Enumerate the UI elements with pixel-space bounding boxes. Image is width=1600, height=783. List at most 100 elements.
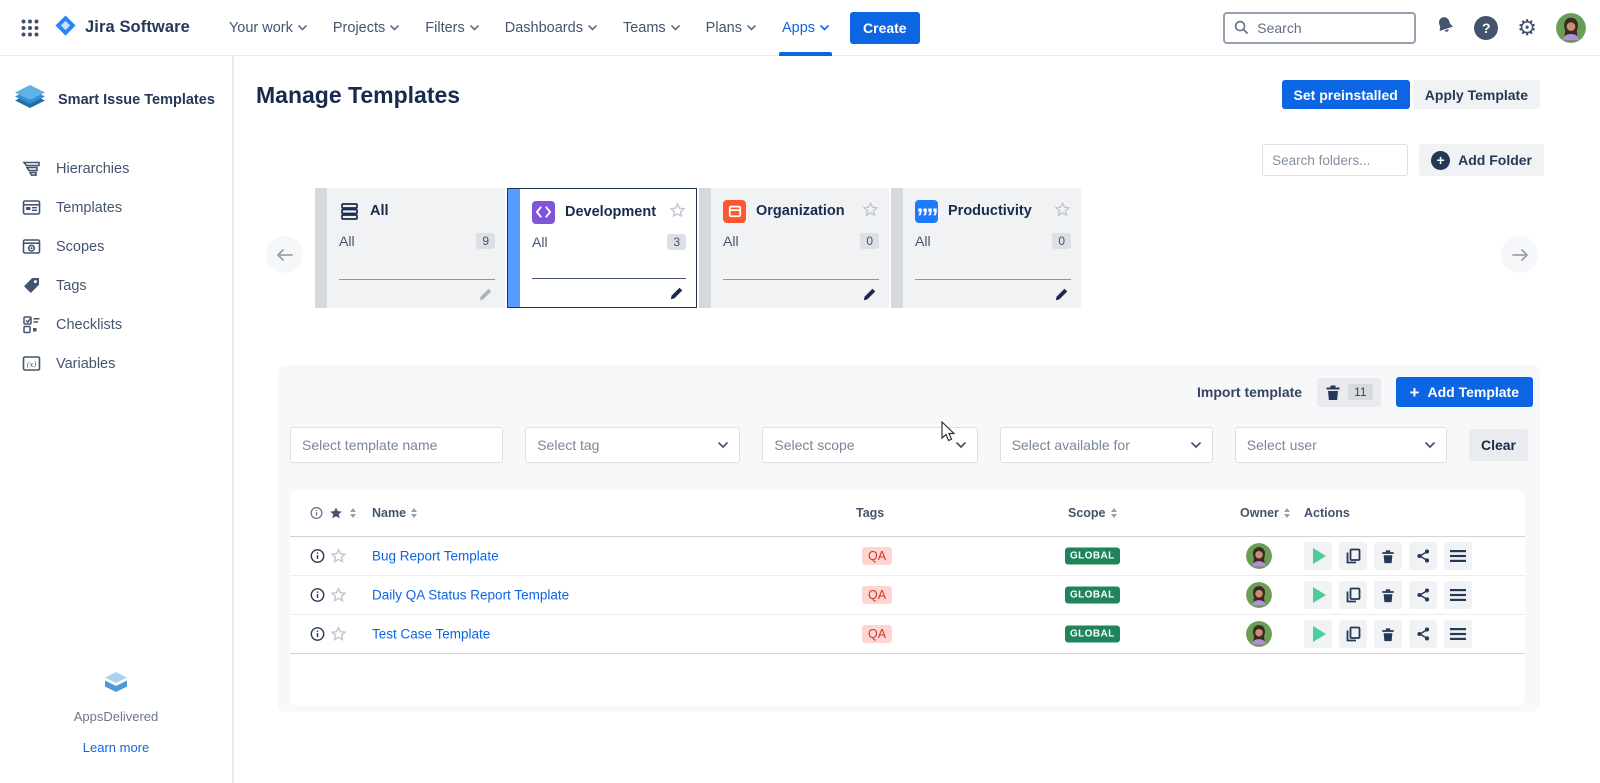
column-header-scope[interactable]: Scope xyxy=(1068,506,1117,520)
help-icon[interactable]: ? xyxy=(1474,16,1498,40)
info-icon[interactable] xyxy=(310,627,325,642)
notifications-icon[interactable] xyxy=(1435,15,1455,40)
edit-pencil-icon[interactable] xyxy=(862,287,877,302)
nav-dashboards[interactable]: Dashboards xyxy=(492,0,610,56)
share-template-button[interactable] xyxy=(1409,542,1437,570)
search-folders-input[interactable] xyxy=(1262,144,1408,176)
edit-pencil-icon[interactable] xyxy=(669,286,684,301)
carousel-next-button[interactable] xyxy=(1501,236,1538,273)
apply-template-button[interactable]: Apply Template xyxy=(1413,80,1540,109)
chevron-down-icon xyxy=(671,25,680,31)
template-name-link[interactable]: Bug Report Template xyxy=(372,549,499,564)
filter-user-select[interactable]: Select user xyxy=(1235,427,1447,463)
carousel-prev-button[interactable] xyxy=(266,236,303,273)
filter-available-for-select[interactable]: Select available for xyxy=(1000,427,1213,463)
column-header-owner[interactable]: Owner xyxy=(1240,506,1290,520)
filter-scope-select[interactable]: Select scope xyxy=(762,427,977,463)
jira-brand[interactable]: Jira Software xyxy=(54,14,190,42)
app-switcher-icon[interactable] xyxy=(14,12,46,44)
folder-card-stripe xyxy=(699,188,711,308)
nav-filters[interactable]: Filters xyxy=(412,0,491,56)
folder-card-organization[interactable]: Organization All 0 xyxy=(699,188,889,308)
copy-template-button[interactable] xyxy=(1339,620,1367,648)
run-template-button[interactable] xyxy=(1304,620,1332,648)
import-template-link[interactable]: Import template xyxy=(1197,384,1302,400)
folder-card-productivity[interactable]: ”” Productivity All 0 xyxy=(891,188,1081,308)
share-template-button[interactable] xyxy=(1409,581,1437,609)
info-icon[interactable] xyxy=(310,549,325,564)
info-icon[interactable] xyxy=(310,588,325,603)
menu-icon xyxy=(1450,550,1466,562)
copy-template-button[interactable] xyxy=(1339,581,1367,609)
nav-teams[interactable]: Teams xyxy=(610,0,693,56)
sidebar-item-scopes[interactable]: Scopes xyxy=(0,227,232,266)
scopes-icon xyxy=(22,237,41,256)
sidebar-item-templates[interactable]: Templates xyxy=(0,188,232,227)
create-button[interactable]: Create xyxy=(850,12,920,44)
chevron-down-icon xyxy=(390,25,399,31)
folder-card-development[interactable]: Development All 3 xyxy=(507,188,697,308)
smart-issue-templates-logo-icon xyxy=(12,82,48,117)
template-count-badge: 0 xyxy=(1052,233,1071,249)
user-avatar[interactable] xyxy=(1556,13,1586,43)
filter-template-name[interactable] xyxy=(290,427,503,463)
star-icon[interactable] xyxy=(669,202,686,223)
settings-gear-icon[interactable]: ⚙ xyxy=(1517,17,1537,39)
edit-pencil-icon[interactable] xyxy=(1054,287,1069,302)
sidebar-item-checklists[interactable]: Checklists xyxy=(0,305,232,344)
learn-more-link[interactable]: Learn more xyxy=(83,740,149,755)
star-icon[interactable] xyxy=(330,626,347,643)
nav-projects[interactable]: Projects xyxy=(320,0,412,56)
template-filters: Select tag Select scope Select available… xyxy=(290,427,1528,463)
chevron-down-icon xyxy=(956,442,966,449)
folder-card-stripe xyxy=(315,188,327,308)
share-icon xyxy=(1415,548,1431,564)
run-template-button[interactable] xyxy=(1304,581,1332,609)
nav-right-controls: ? ⚙ xyxy=(1223,12,1586,44)
star-icon[interactable] xyxy=(862,201,879,222)
search-input[interactable] xyxy=(1257,20,1397,36)
run-template-button[interactable] xyxy=(1304,542,1332,570)
star-icon[interactable] xyxy=(1054,201,1071,222)
nav-your-work[interactable]: Your work xyxy=(216,0,320,56)
more-actions-button[interactable] xyxy=(1444,581,1472,609)
code-icon xyxy=(532,201,555,224)
delete-template-button[interactable] xyxy=(1374,620,1402,648)
copy-template-button[interactable] xyxy=(1339,542,1367,570)
chevron-down-icon xyxy=(470,25,479,31)
template-name-input[interactable] xyxy=(302,437,491,453)
deleted-templates-button[interactable]: 11 xyxy=(1317,378,1380,407)
sidebar-item-hierarchies[interactable]: Hierarchies xyxy=(0,149,232,188)
sidebar-item-variables[interactable]: (x) Variables xyxy=(0,344,232,383)
template-name-link[interactable]: Daily QA Status Report Template xyxy=(372,588,569,603)
add-template-button[interactable]: + Add Template xyxy=(1396,377,1533,407)
more-actions-button[interactable] xyxy=(1444,542,1472,570)
stack-icon xyxy=(339,201,360,222)
share-icon xyxy=(1415,587,1431,603)
add-folder-button[interactable]: + Add Folder xyxy=(1419,144,1544,176)
nav-apps[interactable]: Apps xyxy=(769,0,842,56)
column-header-name[interactable]: Name xyxy=(372,506,417,520)
set-preinstalled-button[interactable]: Set preinstalled xyxy=(1282,80,1410,109)
sort-favorite-icon[interactable] xyxy=(350,508,356,518)
clear-filters-button[interactable]: Clear xyxy=(1469,429,1528,461)
sidebar-item-tags[interactable]: Tags xyxy=(0,266,232,305)
favorite-header-icon[interactable] xyxy=(329,506,343,520)
sidebar-menu: Hierarchies Templates Scopes Tags Checkl… xyxy=(0,149,232,383)
nav-plans[interactable]: Plans xyxy=(693,0,769,56)
star-icon[interactable] xyxy=(330,548,347,565)
edit-pencil-icon[interactable] xyxy=(478,287,493,302)
deleted-count-badge: 11 xyxy=(1348,384,1372,400)
more-actions-button[interactable] xyxy=(1444,620,1472,648)
filter-tag-select[interactable]: Select tag xyxy=(525,427,740,463)
folder-card-all[interactable]: All All 9 xyxy=(315,188,505,308)
trash-icon xyxy=(1381,627,1395,642)
star-icon[interactable] xyxy=(330,587,347,604)
delete-template-button[interactable] xyxy=(1374,542,1402,570)
tag-badge: QA xyxy=(862,547,892,565)
delete-template-button[interactable] xyxy=(1374,581,1402,609)
global-search[interactable] xyxy=(1223,12,1416,44)
sidebar-footer: AppsDelivered Learn more xyxy=(0,671,232,755)
template-name-link[interactable]: Test Case Template xyxy=(372,627,490,642)
share-template-button[interactable] xyxy=(1409,620,1437,648)
